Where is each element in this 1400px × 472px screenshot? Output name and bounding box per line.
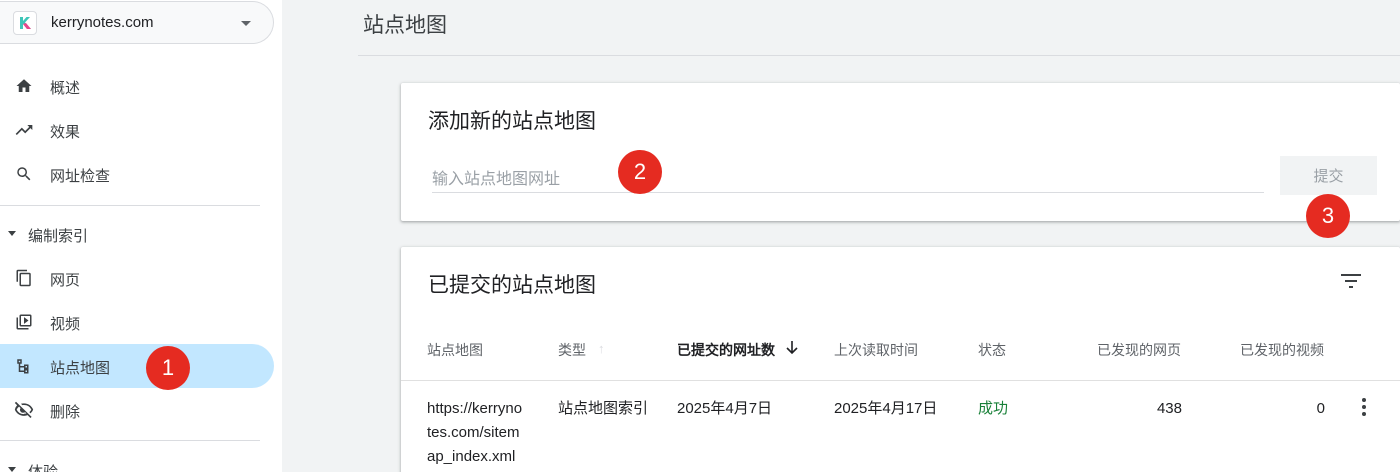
sidebar-item-label: 视频 [50,316,81,333]
cell-sitemap-line: ap_index.xml [427,448,516,465]
sidebar-item-label: 效果 [50,124,81,141]
annotation-badge-3: 3 [1306,194,1350,238]
add-sitemap-card: 添加新的站点地图 提交 [401,83,1400,221]
sitemap-icon [14,356,34,376]
section-label: 编制索引 [28,228,89,245]
filter-icon[interactable] [1339,271,1363,291]
cell-last-read: 2025年4月17日 [834,400,938,417]
column-header-status[interactable]: 状态 [978,340,1006,360]
more-vert-icon[interactable] [1361,397,1367,417]
sidebar-item-label: 网址检查 [50,168,111,185]
cell-sitemap-line: tes.com/sitem [427,424,520,441]
cell-sitemap-line: https://kerryno [427,400,523,417]
eye-off-icon [14,400,34,420]
page-title: 站点地图 [363,14,447,37]
sidebar-item-removals[interactable]: 删除 [0,388,274,432]
sidebar-item-label: 删除 [50,404,81,421]
add-sitemap-title: 添加新的站点地图 [428,110,596,133]
home-icon [14,76,34,96]
sidebar-item-sitemaps[interactable]: 站点地图 [0,344,274,388]
section-label: 体验 [28,461,58,472]
sidebar-item-url-inspection[interactable]: 网址检查 [0,152,274,196]
sidebar-item-label: 网页 [50,272,81,289]
sort-arrow-faint-icon: ↑ [598,341,605,356]
trending-up-icon [14,120,34,140]
column-header-discovered-videos[interactable]: 已发现的视频 [1240,340,1324,360]
cell-discovered-pages: 438 [1156,400,1182,417]
search-icon [14,164,34,184]
section-experience[interactable]: 体验 [0,452,274,472]
cell-discovered-videos: 0 [1316,400,1325,417]
arrow-down-icon[interactable] [785,340,799,356]
video-icon [14,312,34,332]
cell-submitted: 2025年4月7日 [677,400,773,417]
column-header-submitted[interactable]: 已提交的网址数 [677,340,775,360]
sidebar-item-label: 概述 [50,80,81,97]
section-indexing[interactable]: 编制索引 [0,216,274,252]
sitemap-url-input[interactable] [432,167,1264,193]
column-header-type[interactable]: 类型 [558,340,586,360]
column-header-discovered-pages[interactable]: 已发现的网页 [1097,340,1181,360]
annotation-badge-2: 2 [618,150,662,194]
property-name: kerrynotes.com [51,14,154,31]
caret-down-icon [8,467,16,472]
column-header-sitemap[interactable]: 站点地图 [427,340,483,360]
pages-icon [14,268,34,288]
sidebar-item-label: 站点地图 [50,360,111,377]
property-logo [13,11,37,35]
sidebar-divider [0,205,260,206]
submit-button[interactable]: 提交 [1280,156,1377,195]
sidebar-item-pages[interactable]: 网页 [0,256,274,300]
annotation-badge-1: 1 [146,346,190,390]
cell-type: 站点地图索引 [558,400,649,417]
header-divider [358,55,1400,56]
sidebar-item-performance[interactable]: 效果 [0,108,274,152]
chevron-down-icon[interactable] [241,21,251,26]
sidebar-divider [0,440,260,441]
property-selector[interactable]: kerrynotes.com [0,1,274,44]
sidebar-item-videos[interactable]: 视频 [0,300,274,344]
submitted-sitemaps-card: 已提交的站点地图 站点地图 类型 ↑ 已提交的网址数 上次读取时间 状态 已发现… [401,247,1400,472]
cell-status: 成功 [978,400,1009,417]
table-divider [401,380,1400,381]
column-header-last-read[interactable]: 上次读取时间 [834,340,918,360]
sidebar-item-overview[interactable]: 概述 [0,64,274,108]
cell-sitemap-url[interactable]: https://kerryno tes.com/sitem ap_index.x… [427,397,537,469]
sidebar: kerrynotes.com 概述 效果 网址检查 编制索引 网页 视频 站点地… [0,0,282,472]
submitted-sitemaps-title: 已提交的站点地图 [428,274,596,297]
caret-down-icon [8,231,16,236]
